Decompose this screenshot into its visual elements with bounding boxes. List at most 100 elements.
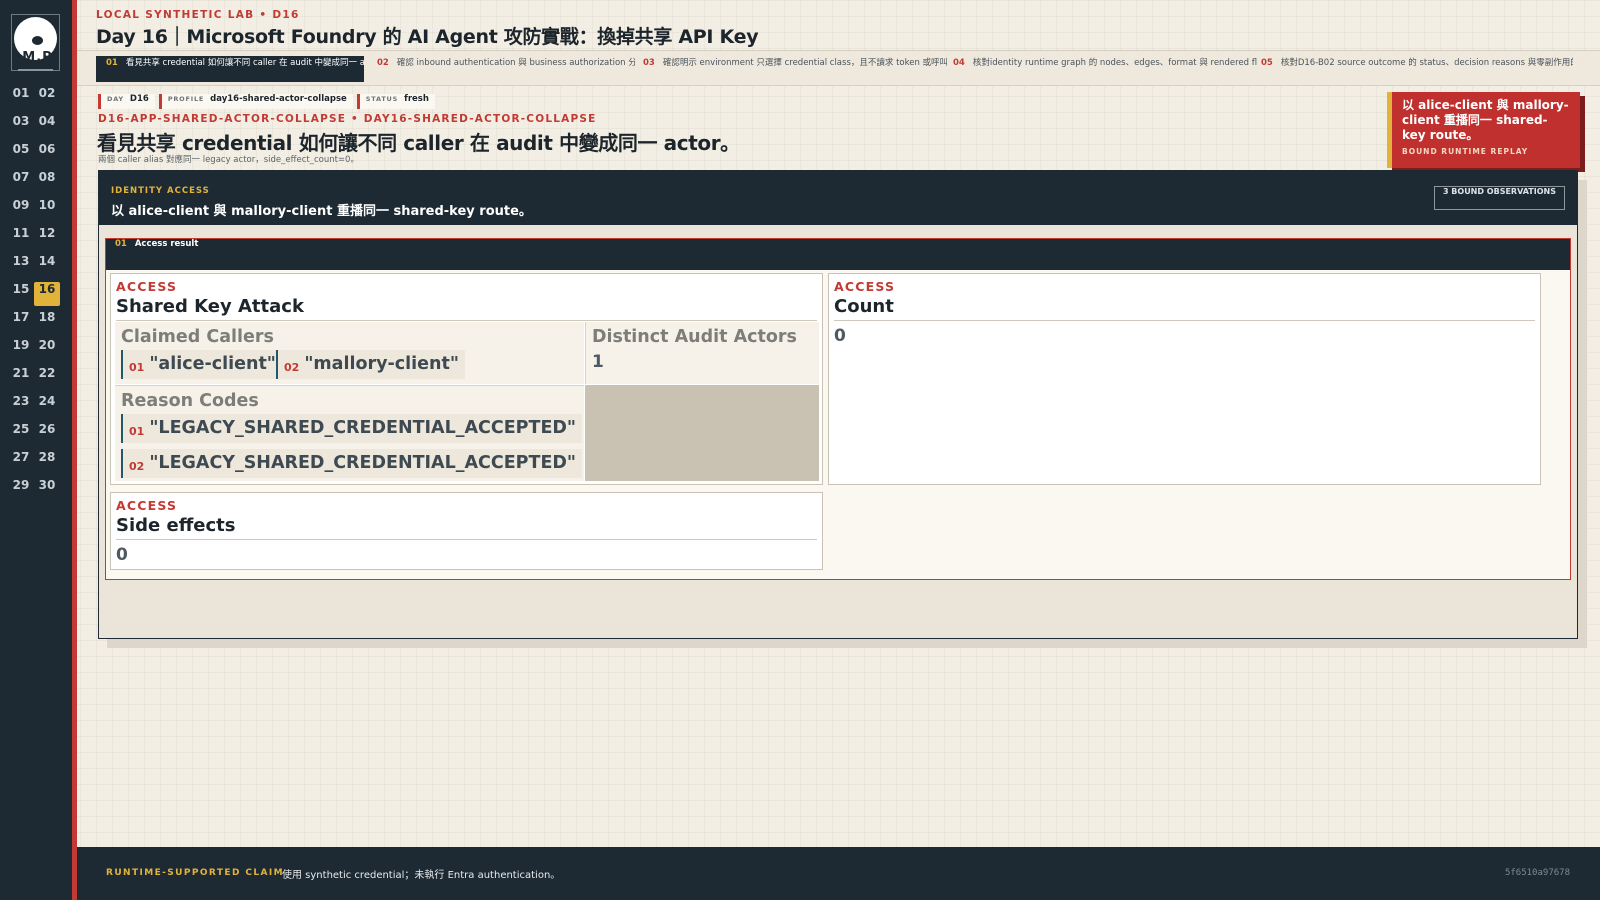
card-divider [116,539,817,540]
replay-title: 以 alice-client 與 mallory-client 重播同一 sha… [1402,98,1569,142]
chip-label: DAY [107,95,124,103]
tab-label: 確認明示 environment 只選擇 credential class，且不… [662,58,947,68]
panel-title: 以 alice-client 與 mallory-client 重播同一 sha… [111,204,532,219]
footer-bar: RUNTIME-SUPPORTED CLAIM 使用 synthetic cre… [77,847,1600,900]
bound-runtime-replay-card[interactable]: 以 alice-client 與 mallory-client 重播同一 sha… [1387,92,1580,168]
day-link-25[interactable]: 25 [8,422,34,446]
identity-access-panel: IDENTITY ACCESS 以 alice-client 與 mallory… [98,170,1578,639]
day-link-13[interactable]: 13 [8,254,34,278]
chip-label: PROFILE [167,95,205,103]
tab-02[interactable]: 02 確認 inbound authentication 與 business a… [369,56,635,82]
shared-key-attack-card: ACCESS Shared Key Attack Claimed Callers… [110,273,823,485]
tab-number: 04 [953,58,965,68]
logo-underline [18,69,53,71]
card-kicker: ACCESS [834,279,896,294]
card-title: Shared Key Attack [116,296,304,317]
day-rail: M.P 01 02 03 04 05 06 07 08 09 10 11 12 13 14 15 16 17 18… [0,0,72,900]
meta-chips: DAY D16 PROFILE day16-shared-actor-collaps… [98,94,435,109]
chip-value: D16 [129,94,149,104]
tab-label: 確認 inbound authentication 與 business aut… [396,58,635,68]
day-link-22[interactable]: 22 [34,366,60,390]
claimed-caller-item: 02 "mallory-client" [276,350,465,379]
result-number: 01 [115,239,127,249]
logo-disc: M.P [14,17,57,65]
item-number: 01 [129,361,145,374]
panel-kicker: IDENTITY ACCESS [111,186,210,196]
claimed-callers-cell: Claimed Callers 01 "alice-client" 02 "mall… [115,322,584,384]
day-link-05[interactable]: 05 [8,142,34,166]
status-chip: STATUS fresh [356,94,435,109]
observations-badge[interactable]: 3 BOUND OBSERVATIONS [1433,186,1565,210]
day-link-04[interactable]: 04 [34,114,60,138]
item-number: 02 [284,361,300,374]
day-link-26[interactable]: 26 [34,422,60,446]
tab-05[interactable]: 05 核對D16-B02 source outcome 的 status、deci… [1253,56,1573,82]
card-title: Side effects [116,515,236,536]
scene-slug: D16-APP-SHARED-ACTOR-COLLAPSE • DAY16-SH… [98,113,597,125]
card-divider [116,320,817,321]
tab-03[interactable]: 03 確認明示 environment 只選擇 credential class，… [635,56,947,82]
day-link-09[interactable]: 09 [8,198,34,222]
day-link-20[interactable]: 20 [34,338,60,362]
scene-subtitle: 兩個 caller alias 對應同一 legacy actor，side_e… [98,155,359,165]
distinct-actors-label: Distinct Audit Actors [592,327,797,347]
day-link-14[interactable]: 14 [34,254,60,278]
tab-label: 看見共享 credential 如何讓不同 caller 在 audit 中變成… [125,58,364,68]
count-value: 0 [834,326,846,346]
logo-dot [32,36,43,45]
day-link-02[interactable]: 02 [34,86,60,110]
day-link-07[interactable]: 07 [8,170,34,194]
item-value: "LEGACY_SHARED_CREDENTIAL_ACCEPTED" [149,453,577,473]
day-link-19[interactable]: 19 [8,338,34,362]
tab-number: 05 [1261,58,1273,68]
reason-codes-cell: Reason Codes 01 "LEGACY_SHARED_CREDENTIAL… [115,385,584,481]
count-card: ACCESS Count 0 [828,273,1541,485]
item-number: 01 [129,425,145,438]
day-link-10[interactable]: 10 [34,198,60,222]
item-value: "alice-client" [149,354,276,374]
day-link-11[interactable]: 11 [8,226,34,250]
claimed-callers-label: Claimed Callers [121,327,274,347]
footer-claim-text: 使用 synthetic credential；未執行 Entra authen… [282,870,561,881]
footer-claim-label: RUNTIME-SUPPORTED CLAIM [106,868,284,878]
lab-kicker: LOCAL SYNTHETIC LAB • D16 [96,9,300,21]
distinct-actors-cell: Distinct Audit Actors 1 [585,322,819,384]
day-link-24[interactable]: 24 [34,394,60,418]
day-link-23[interactable]: 23 [8,394,34,418]
logo-text: M.P [22,50,53,65]
tab-01[interactable]: 01 看見共享 credential 如何讓不同 caller 在 audit 中… [96,56,364,82]
day-link-06[interactable]: 06 [34,142,60,166]
day-link-01[interactable]: 01 [8,86,34,110]
logo[interactable]: M.P [11,14,60,71]
access-result-box: 01 Access result ACCESS Shared Key Attack… [105,238,1571,580]
day-link-27[interactable]: 27 [8,450,34,474]
footer-hash: 5f6510a97678 [1504,868,1570,878]
replay-label: BOUND RUNTIME REPLAY [1402,147,1529,156]
distinct-actors-value: 1 [592,352,604,372]
side-effects-card: ACCESS Side effects 0 [110,492,823,570]
scenario-tabs: 01 看見共享 credential 如何讓不同 caller 在 audit 中… [77,50,1600,86]
day-link-12[interactable]: 12 [34,226,60,250]
day-link-15[interactable]: 15 [8,282,34,306]
page-title: Day 16｜Microsoft Foundry 的 AI Agent 攻防實戰… [96,26,759,48]
day-link-03[interactable]: 03 [8,114,34,138]
day-link-28[interactable]: 28 [34,450,60,474]
reason-code-item: 02 "LEGACY_SHARED_CREDENTIAL_ACCEPTED" [121,449,583,478]
day-link-21[interactable]: 21 [8,366,34,390]
day-link-16[interactable]: 16 [34,282,60,306]
day-link-30[interactable]: 30 [34,478,60,502]
tab-label: 核對D16-B02 source outcome 的 status、decisi… [1280,58,1573,68]
card-title: Count [834,296,894,317]
day-link-18[interactable]: 18 [34,310,60,334]
tab-number: 02 [377,58,389,68]
day-link-29[interactable]: 29 [8,478,34,502]
tab-04[interactable]: 04 核對identity runtime graph 的 nodes、edges… [945,56,1257,82]
chip-value: fresh [404,94,429,104]
result-label: Access result [134,239,199,249]
day-link-08[interactable]: 08 [34,170,60,194]
tab-number: 01 [106,58,118,68]
reason-code-item: 01 "LEGACY_SHARED_CREDENTIAL_ACCEPTED" [121,414,583,443]
day-link-17[interactable]: 17 [8,310,34,334]
tab-label: 核對identity runtime graph 的 nodes、edges、f… [972,58,1257,68]
claimed-caller-item: 01 "alice-client" [121,350,282,379]
